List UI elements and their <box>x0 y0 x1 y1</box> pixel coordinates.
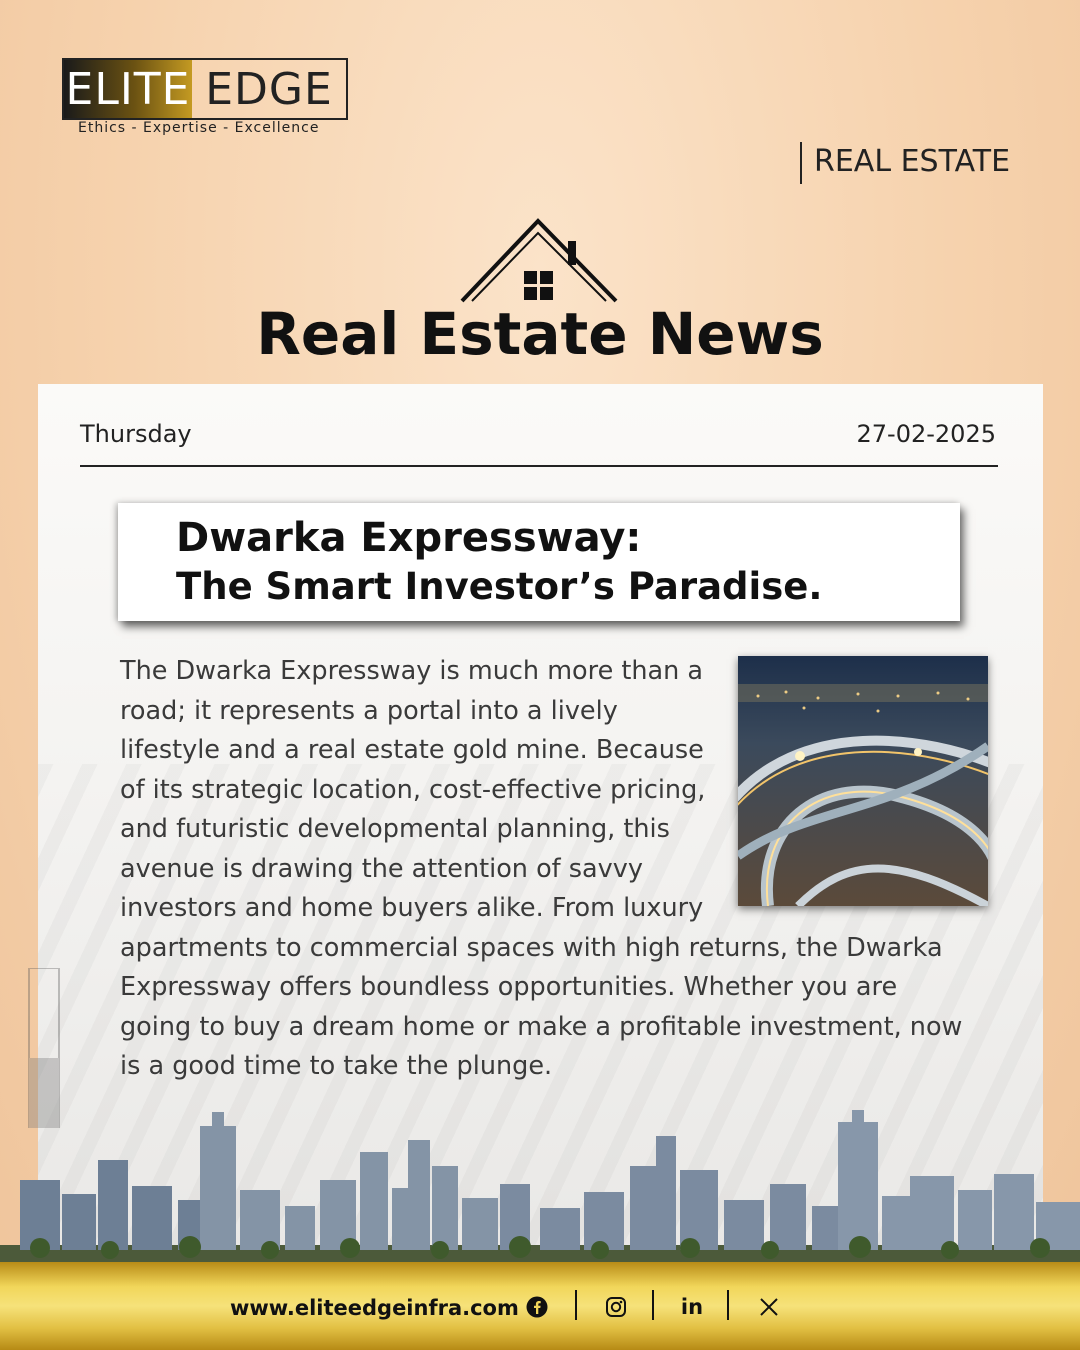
city-skyline <box>0 1110 1080 1270</box>
x-icon[interactable] <box>756 1292 782 1322</box>
day-label: Thursday <box>80 420 192 448</box>
expressway-photo <box>738 656 988 906</box>
footer-bar: www.eliteedgeinfra.com in <box>0 1262 1080 1350</box>
page-title: Real Estate News <box>256 300 824 368</box>
footer-divider <box>575 1290 577 1320</box>
linkedin-icon[interactable]: in <box>676 1292 708 1322</box>
header-rule <box>80 465 998 467</box>
category-divider <box>800 142 802 184</box>
watermark-logo <box>28 968 60 1128</box>
website-link[interactable]: www.eliteedgeinfra.com <box>230 1296 519 1320</box>
logo-elite-text: ELITE <box>64 60 192 118</box>
instagram-icon[interactable] <box>603 1292 629 1322</box>
logo-edge-text: EDGE <box>205 63 333 115</box>
house-icon <box>460 218 618 303</box>
headline-box: Dwarka Expressway: The Smart Investor’s … <box>118 503 960 621</box>
facebook-icon[interactable] <box>524 1292 550 1322</box>
footer-divider <box>727 1290 729 1320</box>
article-body: The Dwarka Expressway is much more than … <box>120 652 988 1087</box>
footer-divider <box>652 1290 654 1320</box>
brand-tagline: Ethics - Expertise - Excellence <box>78 120 320 136</box>
date-label: 27-02-2025 <box>856 420 996 448</box>
brand-logo[interactable]: ELITE EDGE <box>62 58 348 120</box>
category-label: REAL ESTATE <box>814 144 1011 179</box>
headline-line-2: The Smart Investor’s Paradise. <box>176 565 823 608</box>
headline-line-1: Dwarka Expressway: <box>176 515 642 561</box>
